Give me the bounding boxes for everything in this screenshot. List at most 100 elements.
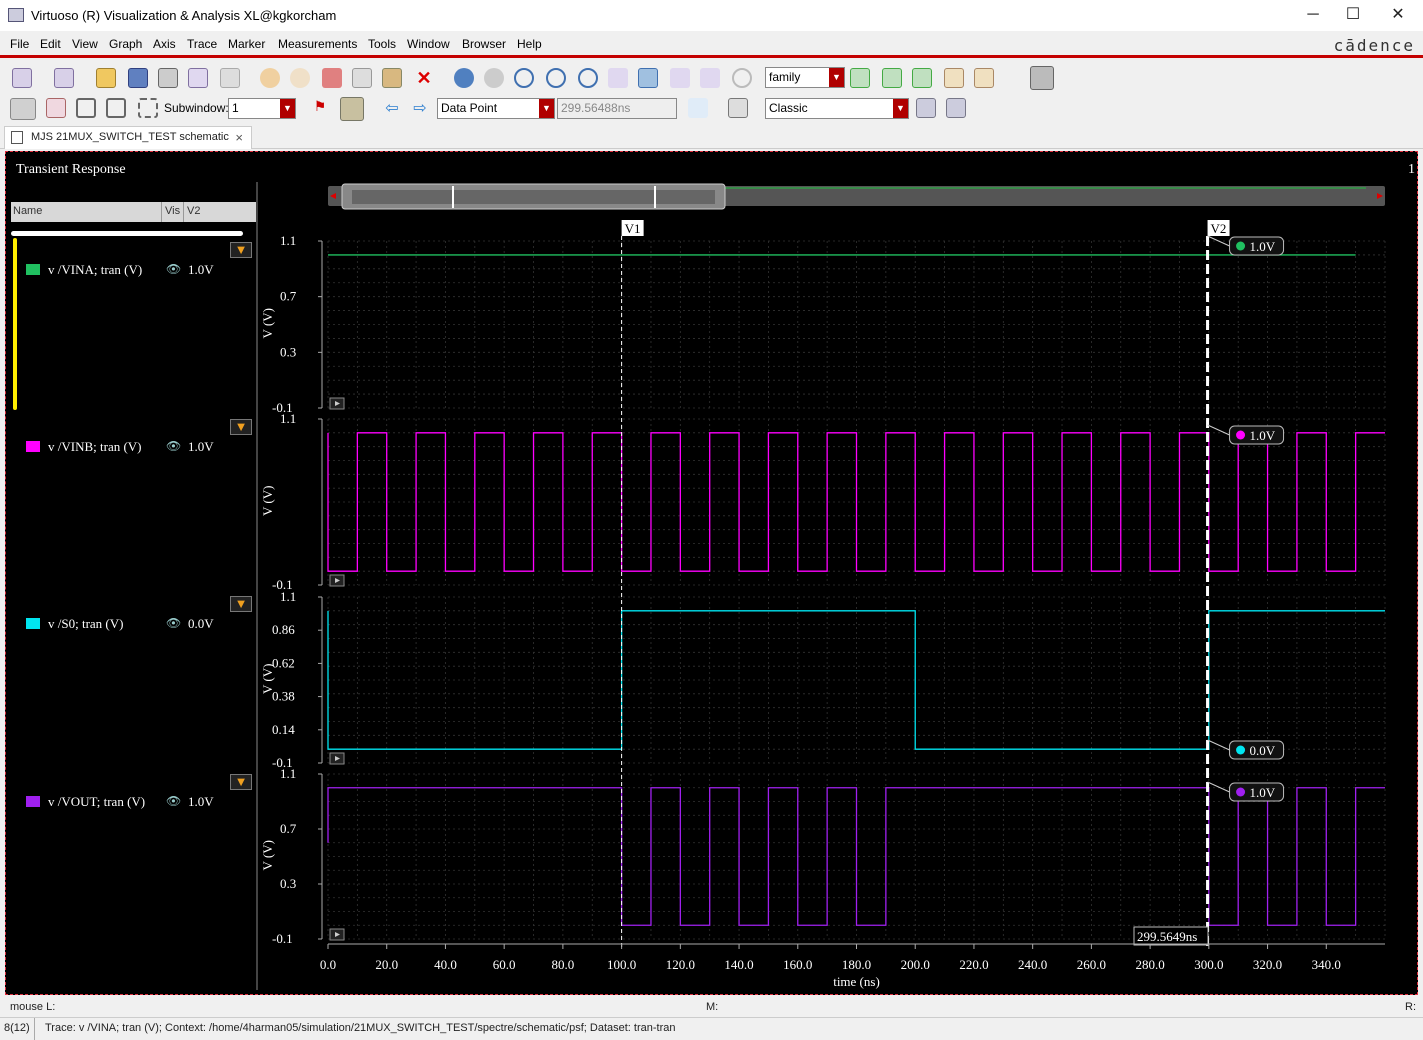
cut-icon[interactable] xyxy=(322,68,342,88)
menu-tools[interactable]: Tools xyxy=(368,37,396,51)
zoom-x-icon[interactable] xyxy=(608,68,628,88)
v2-time-readout: 299.5649ns xyxy=(1137,929,1197,944)
menu-window[interactable]: Window xyxy=(407,37,450,51)
strip-icon[interactable] xyxy=(850,68,870,88)
v2-value-text: 1.0V xyxy=(1250,239,1276,254)
menu-file[interactable]: File xyxy=(10,37,29,51)
menu-bar: File Edit View Graph Axis Trace Marker M… xyxy=(0,33,1423,55)
save-icon[interactable] xyxy=(128,68,148,88)
menu-help[interactable]: Help xyxy=(517,37,542,51)
menu-edit[interactable]: Edit xyxy=(40,37,61,51)
close-button[interactable]: ✕ xyxy=(1383,4,1413,26)
x-tick-label: 240.0 xyxy=(1018,957,1047,972)
x-tick-label: 20.0 xyxy=(375,957,398,972)
info-icon[interactable] xyxy=(340,97,364,121)
mouse-middle-status: M: xyxy=(706,1001,719,1013)
overlay-icon[interactable] xyxy=(912,68,932,88)
zoom-out-icon[interactable] xyxy=(578,68,598,88)
zoom-reset-icon[interactable] xyxy=(732,68,752,88)
split-vertical-icon[interactable] xyxy=(106,98,126,118)
x-tick-label: 60.0 xyxy=(493,957,516,972)
v2-value-text: 1.0V xyxy=(1250,428,1276,443)
pointer-icon[interactable] xyxy=(10,98,36,120)
chevron-down-icon: ▼ xyxy=(280,99,295,118)
waveform-icon[interactable] xyxy=(188,68,208,88)
zoom-y-icon[interactable] xyxy=(670,68,690,88)
menu-graph[interactable]: Graph xyxy=(109,37,142,51)
x-tick-label: 0.0 xyxy=(320,957,336,972)
x-axis-label: time (ns) xyxy=(833,974,880,989)
style-select[interactable]: Classic ▼ xyxy=(765,98,909,119)
menu-measurements[interactable]: Measurements xyxy=(278,37,357,51)
arrow-right-icon[interactable]: ⇨ xyxy=(410,98,430,118)
undo-icon[interactable] xyxy=(260,68,280,88)
split-horizontal-icon[interactable] xyxy=(76,98,96,118)
y-tick-label: 0.14 xyxy=(272,722,295,737)
mouse-right-status: R: xyxy=(1405,1001,1416,1013)
v2-leader-line xyxy=(1207,424,1230,436)
menu-view[interactable]: View xyxy=(72,37,98,51)
y-axis-label: V (V) xyxy=(260,664,275,694)
marker-value-text: 299.56488ns xyxy=(561,101,631,115)
delete-icon[interactable]: ✕ xyxy=(414,68,434,88)
arrow-left-icon[interactable]: ⇦ xyxy=(382,98,402,118)
menu-marker[interactable]: Marker xyxy=(228,37,265,51)
menu-axis[interactable]: Axis xyxy=(153,37,176,51)
trace-line-1 xyxy=(327,432,1385,572)
zoom-in-icon[interactable] xyxy=(546,68,566,88)
v2-value-dot xyxy=(1236,430,1246,440)
y-tick-label: 0.62 xyxy=(272,655,295,670)
graph-settings-icon[interactable] xyxy=(944,68,964,88)
tab-bar: MJS 21MUX_SWITCH_TEST schematic × xyxy=(0,125,1423,149)
copy-icon[interactable] xyxy=(352,68,372,88)
menu-browser[interactable]: Browser xyxy=(462,37,506,51)
print-icon[interactable] xyxy=(158,68,178,88)
zoom-icon[interactable] xyxy=(514,68,534,88)
chevron-down-icon: ▼ xyxy=(829,68,844,87)
menu-trace[interactable]: Trace xyxy=(187,37,217,51)
fit-icon[interactable] xyxy=(638,68,658,88)
x-tick-label: 280.0 xyxy=(1135,957,1164,972)
close-windows-icon[interactable] xyxy=(946,98,966,118)
tab-schematic[interactable]: MJS 21MUX_SWITCH_TEST schematic × xyxy=(4,126,252,149)
grid-icon[interactable] xyxy=(1030,66,1054,90)
x-tick-label: 220.0 xyxy=(959,957,988,972)
new-window-icon[interactable] xyxy=(12,68,32,88)
waveform-plot[interactable]: 1.10.70.3-0.1V (V)1.1-0.1V (V)1.10.860.6… xyxy=(6,152,1417,994)
v2-value-dot xyxy=(1236,787,1246,797)
family-select[interactable]: family ▼ xyxy=(765,67,845,88)
cards-icon[interactable] xyxy=(46,98,66,118)
style-select-value: Classic xyxy=(769,101,808,115)
message-bar: 8(12) Trace: v /VINA; tran (V); Context:… xyxy=(0,1017,1423,1040)
subwindow-select[interactable]: 1 ▼ xyxy=(228,98,296,119)
calculator-icon[interactable] xyxy=(220,68,240,88)
table-icon[interactable] xyxy=(728,98,748,118)
zoom-xy-icon[interactable] xyxy=(700,68,720,88)
stack-icon[interactable] xyxy=(882,68,902,88)
toolbar-secondary: Subwindow: 1 ▼ ⚑ ⇦ ⇨ Data Point ▼ 299.56… xyxy=(0,94,1423,124)
title-bar: Virtuoso (R) Visualization & Analysis XL… xyxy=(0,0,1423,31)
windows-icon[interactable] xyxy=(916,98,936,118)
marker-type-select[interactable]: Data Point ▼ xyxy=(437,98,555,119)
maximize-button[interactable]: ☐ xyxy=(1338,4,1368,26)
tile-icon[interactable] xyxy=(138,98,158,118)
y-axis-label: V (V) xyxy=(260,308,275,338)
x-tick-label: 320.0 xyxy=(1253,957,1282,972)
open-folder-icon[interactable] xyxy=(96,68,116,88)
tab-close-icon[interactable]: × xyxy=(235,130,243,145)
tab-label: MJS 21MUX_SWITCH_TEST schematic xyxy=(31,131,229,143)
y-tick-label: -0.1 xyxy=(272,931,293,946)
forward-icon[interactable] xyxy=(484,68,504,88)
chart-settings-icon[interactable] xyxy=(974,68,994,88)
accent-line xyxy=(0,55,1423,58)
histogram-icon[interactable] xyxy=(688,98,708,118)
minimize-button[interactable]: ─ xyxy=(1298,4,1328,26)
paste-icon[interactable] xyxy=(382,68,402,88)
flag-icon[interactable]: ⚑ xyxy=(310,98,330,118)
marker-value-field[interactable]: 299.56488ns xyxy=(557,98,677,119)
x-tick-label: 100.0 xyxy=(607,957,636,972)
x-tick-label: 160.0 xyxy=(783,957,812,972)
redo-icon[interactable] xyxy=(290,68,310,88)
back-icon[interactable] xyxy=(454,68,474,88)
new-subwindow-icon[interactable] xyxy=(54,68,74,88)
